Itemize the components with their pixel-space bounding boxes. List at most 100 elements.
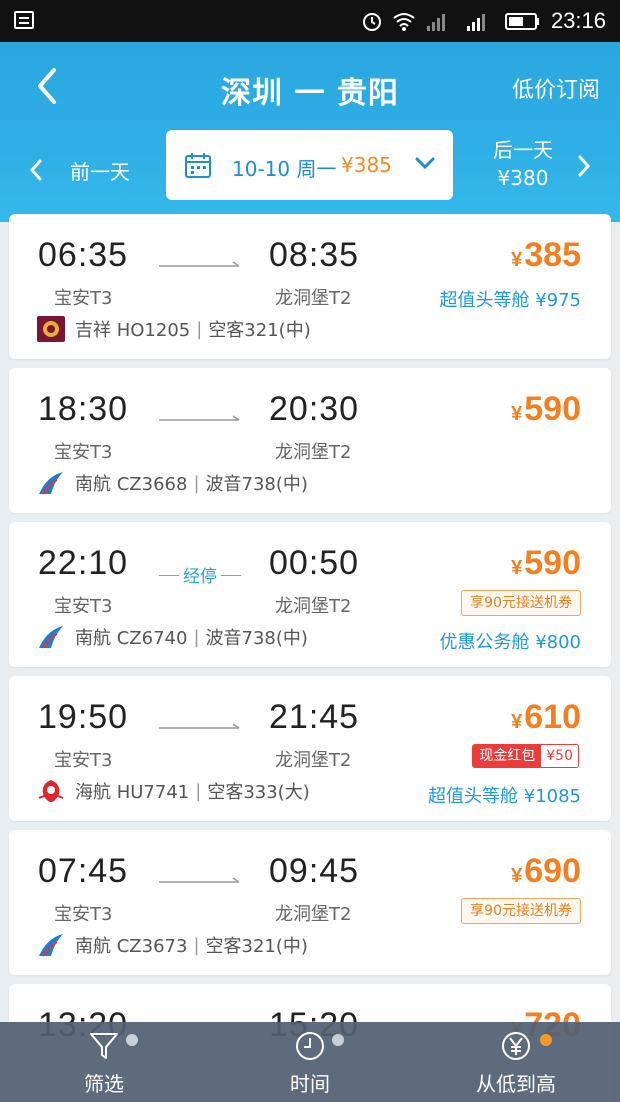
arrival-terminal: 龙洞堡T2	[275, 288, 352, 309]
ticket-price: ¥610	[511, 698, 581, 737]
departure-terminal: 宝安T3	[54, 904, 113, 925]
flight-card[interactable]: 07:45 宝安T3 09:45 龙洞堡T2 南航 CZ3673 | 空客321…	[9, 830, 611, 975]
calendar-icon	[185, 153, 211, 178]
transfer-coupon-badge: 享90元接送机券	[461, 590, 581, 616]
departure-terminal: 宝安T3	[54, 750, 113, 771]
ticket-price: ¥385	[511, 236, 581, 275]
departure-time: 19:50	[38, 698, 129, 736]
next-day-button[interactable]: 后一天 ¥380	[478, 136, 568, 192]
price-value: 690	[524, 852, 581, 890]
header: 深圳 一 贵阳 低价订阅 前一天 10-10 周一 ¥385 后一天 ¥380	[0, 42, 620, 222]
departure-time: 07:45	[38, 852, 129, 890]
filter-label: 筛选	[84, 1072, 124, 1096]
arrow-right-icon	[159, 415, 240, 421]
arrival-time: 20:30	[269, 390, 360, 428]
flight-number: 南航 CZ3668	[75, 474, 188, 495]
airline-info: 吉祥 HO1205 | 空客321(中)	[37, 316, 311, 342]
next-day-price: ¥380	[497, 166, 549, 190]
alarm-icon	[362, 13, 381, 31]
arrow-right-icon	[159, 261, 240, 267]
flight-card[interactable]: 18:30 宝安T3 20:30 龙洞堡T2 南航 CZ3668 | 波音738…	[9, 368, 611, 513]
flight-number: 吉祥 HO1205	[75, 320, 191, 341]
filter-tab[interactable]: 筛选	[4, 1022, 204, 1102]
aircraft-type: 波音738(中)	[205, 628, 308, 649]
departure-terminal: 宝安T3	[54, 288, 113, 309]
arrival-time: 21:45	[269, 698, 360, 736]
departure-time: 06:35	[38, 236, 129, 274]
message-notification-icon	[14, 11, 34, 29]
previous-day-button[interactable]: 前一天	[28, 150, 130, 190]
china-southern-logo-icon	[39, 472, 63, 495]
departure-time: 18:30	[38, 390, 129, 428]
arrival-terminal: 龙洞堡T2	[275, 904, 352, 925]
yen-symbol: ¥	[511, 865, 523, 887]
cash-red-packet-badge: 现金红包 ¥50	[472, 744, 579, 768]
aircraft-type: 空客321(中)	[208, 320, 311, 341]
arrival-time: 08:35	[269, 236, 360, 274]
flight-card[interactable]: 22:10 宝安T3 经停 00:50 龙洞堡T2 南航 CZ6740 | 波音…	[9, 522, 611, 667]
filter-funnel-icon	[90, 1033, 118, 1059]
flight-card[interactable]: 19:50 宝安T3 21:45 龙洞堡T2 海航 HU7741 | 空客333…	[9, 676, 611, 821]
separator: |	[193, 934, 200, 956]
price-value: 610	[524, 698, 581, 736]
yen-circle-icon	[502, 1032, 530, 1060]
wifi-icon	[393, 13, 415, 31]
time-label: 时间	[290, 1072, 330, 1096]
clock-time: 23:16	[550, 8, 606, 33]
price-value: 385	[524, 236, 581, 274]
yen-symbol: ¥	[511, 711, 523, 733]
flight-number: 南航 CZ6740	[75, 628, 188, 649]
arrow-right-icon	[159, 723, 240, 729]
ticket-price: ¥590	[511, 390, 581, 429]
airline-info: 南航 CZ3673 | 空客321(中)	[37, 932, 308, 958]
low-price-subscribe-button[interactable]: 低价订阅	[512, 72, 600, 104]
transfer-coupon-badge: 享90元接送机券	[461, 898, 581, 924]
back-arrow-icon[interactable]	[30, 66, 66, 106]
departure-terminal: 宝安T3	[54, 596, 113, 617]
date-selector[interactable]: 10-10 周一 ¥385	[166, 130, 453, 200]
chevron-right-icon[interactable]	[576, 154, 592, 178]
airline-info: 南航 CZ3668 | 波音738(中)	[37, 470, 308, 496]
ticket-price: ¥590	[511, 544, 581, 583]
cabin-offer: 优惠公务舱 ¥800	[439, 632, 581, 653]
price-sort-active-dot	[540, 1034, 552, 1046]
price-sort-tab[interactable]: 从低到高	[416, 1022, 616, 1102]
hainan-airlines-logo-icon	[38, 780, 64, 802]
china-southern-logo-icon	[39, 626, 63, 649]
signal-1-icon	[426, 14, 445, 31]
ticket-price: ¥690	[511, 852, 581, 891]
bottom-toolbar: 筛选 时间 从低到高	[0, 1022, 620, 1102]
arrival-time: 00:50	[269, 544, 360, 582]
flight-number: 海航 HU7741	[75, 782, 190, 803]
price-value: 590	[524, 544, 581, 582]
arrival-terminal: 龙洞堡T2	[275, 596, 352, 617]
aircraft-type: 波音738(中)	[205, 474, 308, 495]
cabin-offer: 超值头等舱 ¥975	[439, 290, 581, 311]
cabin-offer: 超值头等舱 ¥1085	[428, 786, 581, 807]
airline-info: 海航 HU7741 | 空客333(大)	[37, 778, 310, 804]
selected-date-price: ¥385	[341, 153, 392, 177]
chevron-left-icon	[29, 159, 42, 181]
arrival-time: 09:45	[269, 852, 360, 890]
signal-2-icon	[466, 14, 485, 31]
separator: |	[195, 780, 202, 802]
aircraft-type: 空客321(中)	[205, 936, 308, 957]
previous-day-label: 前一天	[70, 159, 130, 184]
aircraft-type: 空客333(大)	[207, 782, 310, 803]
separator: |	[193, 626, 200, 648]
yen-symbol: ¥	[511, 249, 523, 271]
selected-date: 10-10 周一	[232, 157, 337, 181]
yen-symbol: ¥	[511, 403, 523, 425]
red-packet-amount: ¥50	[541, 745, 578, 767]
clock-icon	[296, 1032, 324, 1060]
filter-indicator-dot	[126, 1034, 138, 1046]
arrival-terminal: 龙洞堡T2	[275, 442, 352, 463]
route-title: 深圳 一 贵阳	[221, 76, 399, 111]
red-packet-label: 现金红包	[473, 745, 542, 767]
time-sort-tab[interactable]: 时间	[210, 1022, 410, 1102]
departure-time: 22:10	[38, 544, 129, 582]
flight-card[interactable]: 06:35 宝安T3 08:35 龙洞堡T2 吉祥 HO1205 | 空客321…	[9, 214, 611, 359]
arrow-right-icon	[159, 877, 240, 883]
stop-line-right	[221, 575, 241, 576]
flight-number: 南航 CZ3673	[75, 936, 188, 957]
